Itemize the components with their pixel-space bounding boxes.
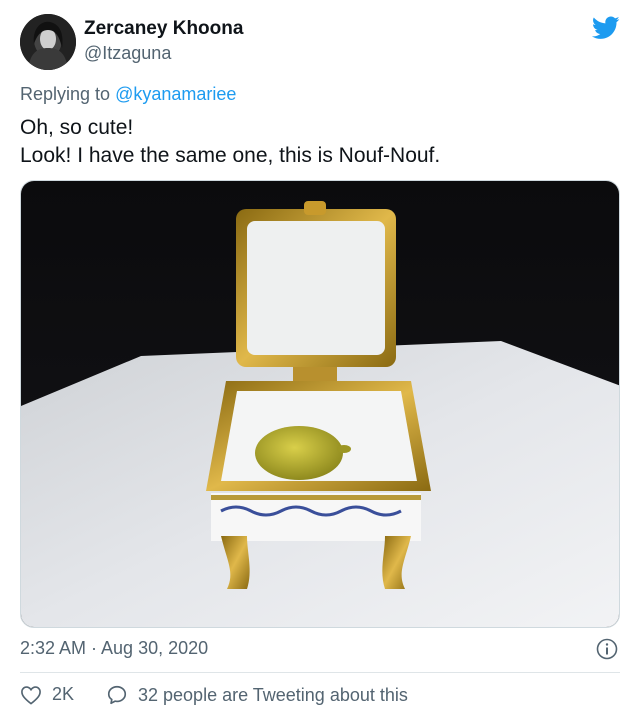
tweet-text: Oh, so cute! Look! I have the same one, … — [20, 114, 440, 170]
author-name[interactable]: Zercaney Khoona — [84, 18, 243, 40]
tweet-line-2: Look! I have the same one, this is Nouf-… — [20, 144, 441, 167]
replying-to: Replying to @kyanamariee — [20, 84, 236, 105]
twitter-bird-icon[interactable] — [591, 16, 620, 40]
tweeting-label: 32 people are Tweeting about this — [138, 684, 408, 705]
tweet-card: Zercaney Khoona @Itzaguna Replying to @k… — [0, 0, 640, 722]
reply-mention-link[interactable]: @kyanamariee — [115, 84, 236, 104]
replying-to-label: Replying to — [20, 84, 116, 104]
comment-bubble-icon — [107, 685, 127, 705]
like-count: 2K — [52, 684, 75, 704]
author-handle[interactable]: @Itzaguna — [84, 43, 171, 64]
divider — [20, 672, 620, 673]
tweeting-link[interactable]: 32 people are Tweeting about this — [106, 684, 408, 706]
tweet-photo[interactable] — [20, 180, 620, 628]
info-icon[interactable] — [596, 638, 618, 660]
avatar[interactable] — [20, 14, 76, 70]
heart-icon — [21, 685, 41, 705]
like-button[interactable]: 2K — [20, 684, 74, 705]
tweet-line-1: Oh, so cute! — [20, 116, 134, 139]
tweet-timestamp[interactable]: 2:32 AM · Aug 30, 2020 — [20, 638, 208, 659]
